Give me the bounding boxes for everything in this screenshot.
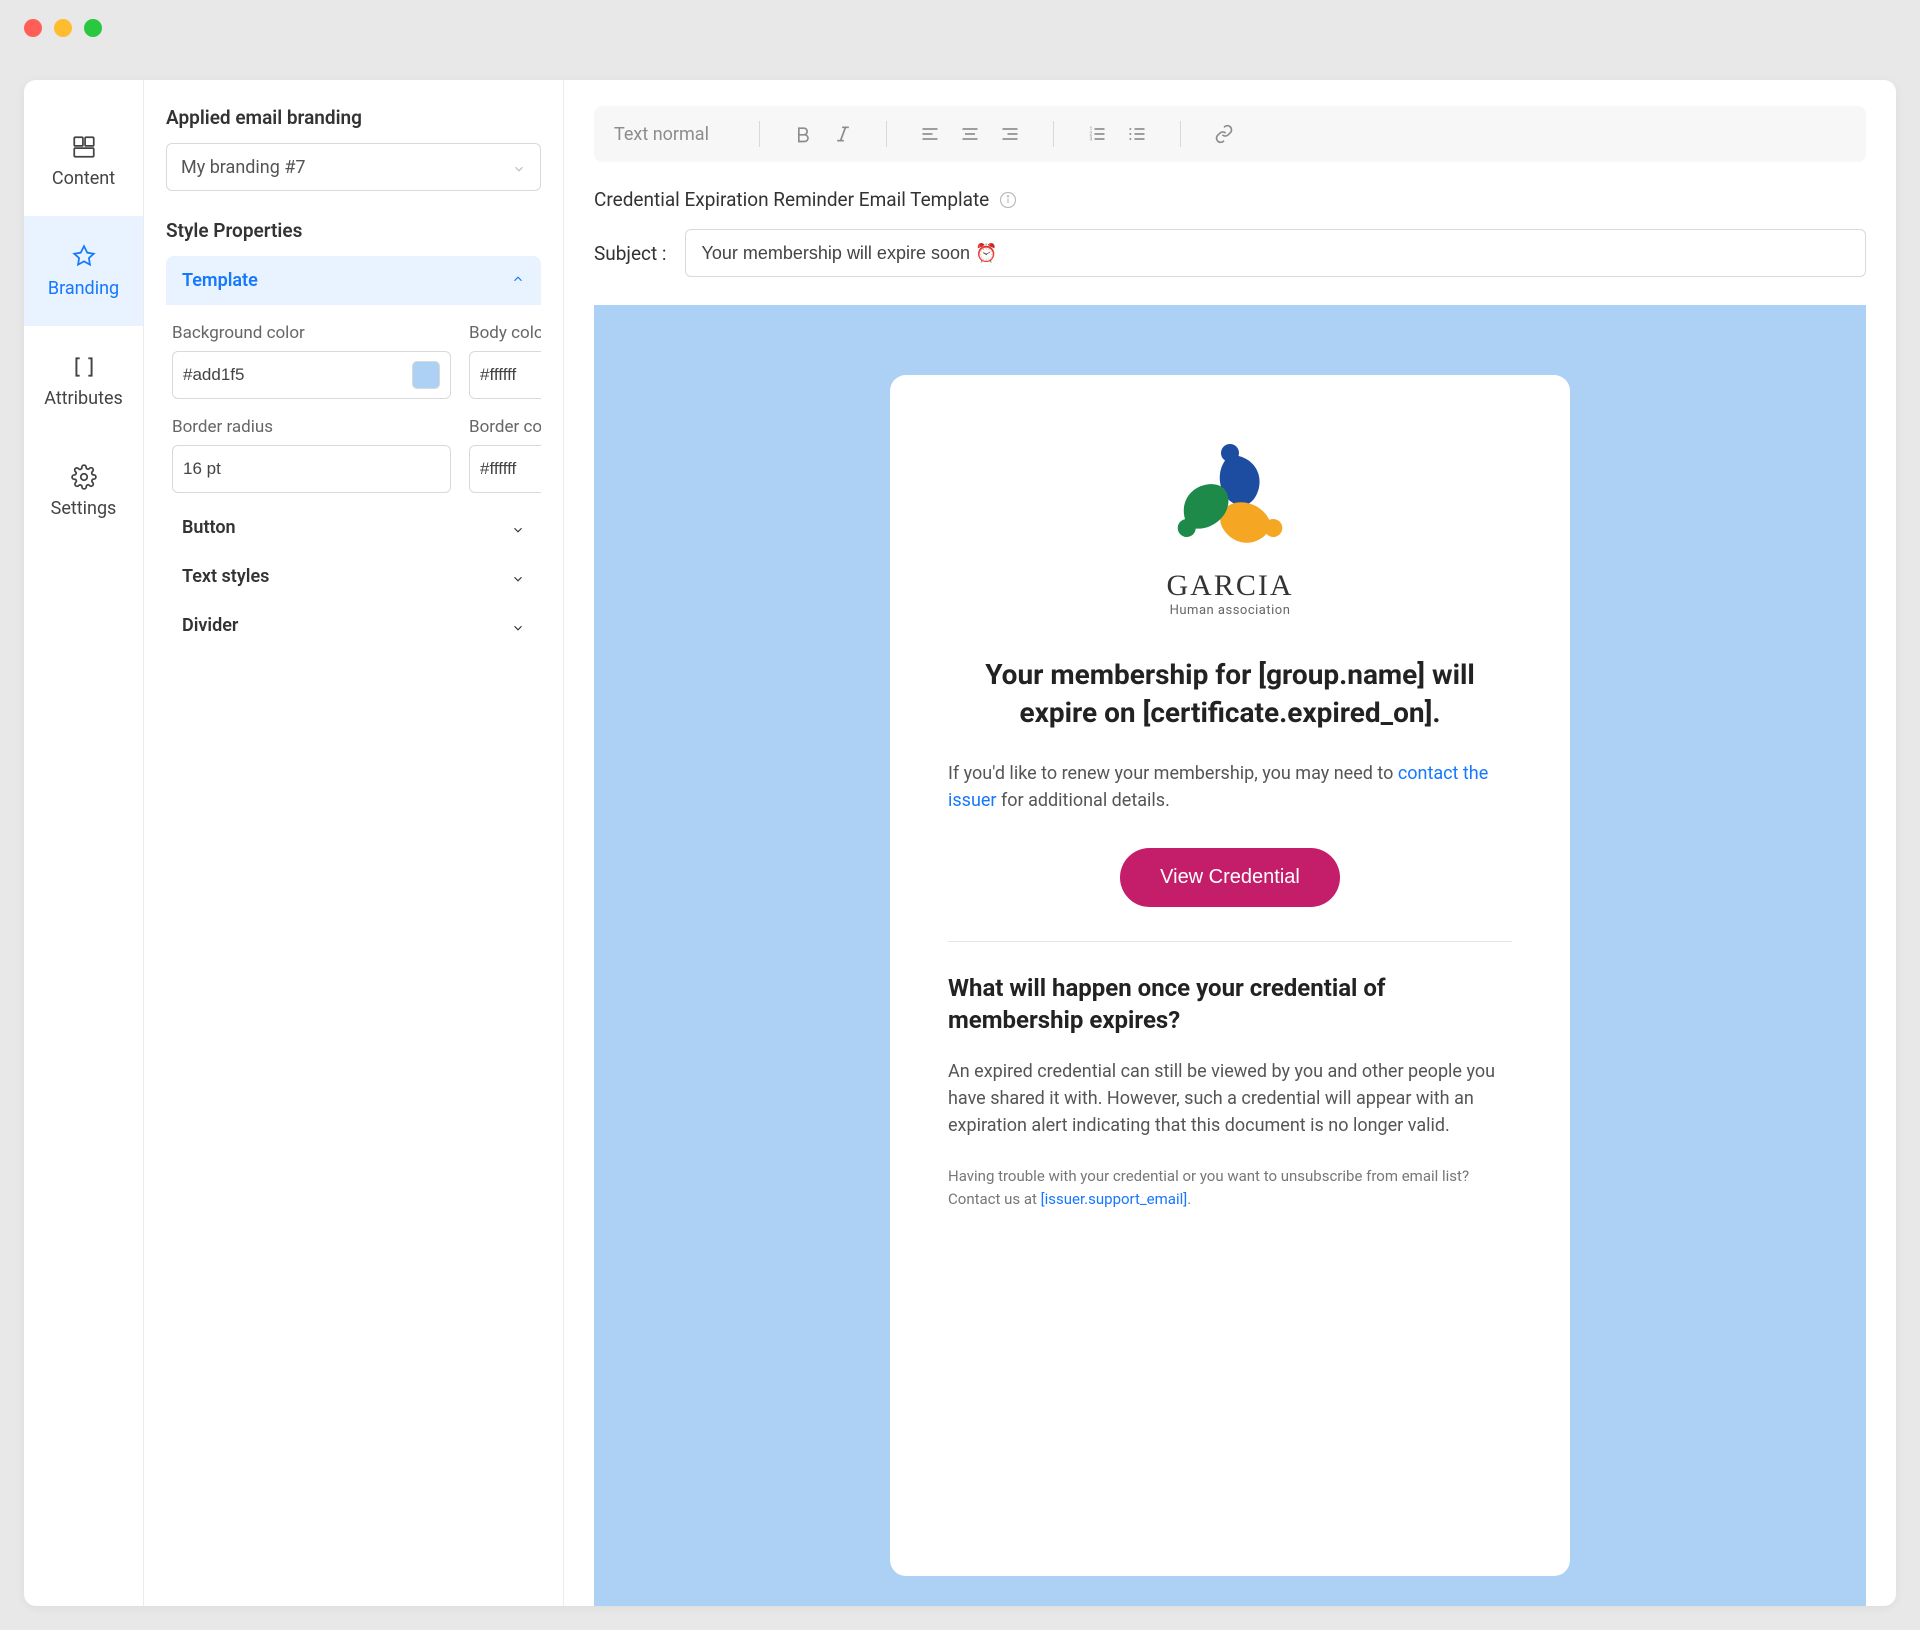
style-properties-heading: Style Properties bbox=[166, 219, 541, 242]
border-color-label: Border color bbox=[469, 417, 541, 437]
template-title-row: Credential Expiration Reminder Email Tem… bbox=[594, 188, 1866, 211]
layout-icon bbox=[71, 134, 97, 160]
section-template[interactable]: Template bbox=[166, 256, 541, 305]
subject-row: Subject : bbox=[594, 229, 1866, 277]
text-toolbar: Text normal 123 bbox=[594, 106, 1866, 162]
bg-color-input[interactable] bbox=[183, 365, 404, 385]
rail-item-settings[interactable]: Settings bbox=[24, 436, 143, 546]
close-window-button[interactable] bbox=[24, 19, 42, 37]
bold-button[interactable] bbox=[786, 117, 820, 151]
brackets-icon bbox=[71, 354, 97, 380]
body-color-input-wrap[interactable] bbox=[469, 351, 541, 399]
chevron-down-icon bbox=[511, 521, 525, 535]
support-email-link[interactable]: [issuer.support_email] bbox=[1041, 1190, 1188, 1208]
chevron-down-icon bbox=[512, 160, 526, 174]
toolbar-separator bbox=[1053, 121, 1054, 147]
border-radius-input[interactable] bbox=[183, 459, 440, 479]
italic-button[interactable] bbox=[826, 117, 860, 151]
view-credential-button[interactable]: View Credential bbox=[1120, 848, 1340, 907]
app-window: Content Branding Attributes Settings bbox=[0, 0, 1920, 1630]
section-label: Divider bbox=[182, 615, 238, 636]
email-footer[interactable]: Having trouble with your credential or y… bbox=[948, 1165, 1512, 1210]
style-accordion: Template Background color Body col bbox=[166, 256, 541, 650]
bg-color-input-wrap[interactable] bbox=[172, 351, 451, 399]
body-color-input[interactable] bbox=[480, 365, 541, 385]
paint-icon bbox=[71, 244, 97, 270]
rail-label: Branding bbox=[48, 278, 119, 299]
left-rail: Content Branding Attributes Settings bbox=[24, 80, 144, 1606]
minimize-window-button[interactable] bbox=[54, 19, 72, 37]
titlebar bbox=[0, 0, 1920, 56]
info-icon[interactable] bbox=[999, 191, 1017, 209]
email-sub-heading[interactable]: What will happen once your credential of… bbox=[948, 972, 1512, 1037]
border-radius-label: Border radius bbox=[172, 417, 451, 437]
link-button[interactable] bbox=[1207, 117, 1241, 151]
rail-item-attributes[interactable]: Attributes bbox=[24, 326, 143, 436]
chevron-up-icon bbox=[511, 274, 525, 288]
window-controls bbox=[24, 19, 102, 37]
email-intro[interactable]: If you'd like to renew your membership, … bbox=[948, 760, 1512, 814]
template-fields: Background color Body color bbox=[166, 305, 541, 503]
applied-branding-heading: Applied email branding bbox=[166, 106, 541, 129]
svg-text:3: 3 bbox=[1089, 137, 1092, 143]
properties-panel: Applied email branding My branding #7 St… bbox=[144, 80, 564, 1606]
bg-color-swatch[interactable] bbox=[412, 361, 440, 389]
email-headline[interactable]: Your membership for [group.name] will ex… bbox=[948, 656, 1512, 732]
border-color-input[interactable] bbox=[480, 459, 541, 479]
rail-label: Settings bbox=[51, 498, 117, 519]
email-divider bbox=[948, 941, 1512, 942]
branding-select[interactable]: My branding #7 bbox=[166, 143, 541, 191]
branding-selected-value: My branding #7 bbox=[181, 157, 306, 178]
rail-item-content[interactable]: Content bbox=[24, 106, 143, 216]
section-button[interactable]: Button bbox=[166, 503, 541, 552]
text-style-dropdown[interactable]: Text normal bbox=[614, 124, 733, 145]
email-body[interactable]: GARCIA Human association Your membership… bbox=[890, 375, 1570, 1576]
logo-subtitle: Human association bbox=[1170, 603, 1291, 618]
intro-text-before: If you'd like to renew your membership, … bbox=[948, 763, 1398, 784]
subject-input[interactable] bbox=[685, 229, 1866, 277]
footer-text-after: . bbox=[1187, 1190, 1191, 1208]
logo-icon bbox=[1160, 435, 1300, 565]
border-color-input-wrap[interactable] bbox=[469, 445, 541, 493]
bg-color-label: Background color bbox=[172, 323, 451, 343]
unordered-list-button[interactable] bbox=[1120, 117, 1154, 151]
logo-block: GARCIA Human association bbox=[948, 435, 1512, 618]
template-title: Credential Expiration Reminder Email Tem… bbox=[594, 188, 989, 211]
rail-label: Content bbox=[52, 168, 115, 189]
ordered-list-button[interactable]: 123 bbox=[1080, 117, 1114, 151]
email-canvas: GARCIA Human association Your membership… bbox=[594, 305, 1866, 1606]
section-label: Button bbox=[182, 517, 236, 538]
email-background[interactable]: GARCIA Human association Your membership… bbox=[594, 305, 1866, 1606]
footer-text-before: Having trouble with your credential or y… bbox=[948, 1167, 1469, 1208]
rail-item-branding[interactable]: Branding bbox=[24, 216, 143, 326]
section-label: Template bbox=[182, 270, 258, 291]
maximize-window-button[interactable] bbox=[84, 19, 102, 37]
logo-name: GARCIA bbox=[1166, 569, 1293, 603]
toolbar-separator bbox=[1180, 121, 1181, 147]
align-right-button[interactable] bbox=[993, 117, 1027, 151]
toolbar-separator bbox=[759, 121, 760, 147]
chevron-down-icon bbox=[511, 570, 525, 584]
intro-text-after: for additional details. bbox=[997, 790, 1170, 811]
subject-label: Subject : bbox=[594, 242, 667, 265]
align-left-button[interactable] bbox=[913, 117, 947, 151]
section-label: Text styles bbox=[182, 566, 269, 587]
rail-label: Attributes bbox=[44, 388, 123, 409]
email-body-text[interactable]: An expired credential can still be viewe… bbox=[948, 1058, 1512, 1139]
align-center-button[interactable] bbox=[953, 117, 987, 151]
editor-pane: Text normal 123 Credential Expiration Re… bbox=[564, 80, 1896, 1606]
toolbar-separator bbox=[886, 121, 887, 147]
app-container: Content Branding Attributes Settings bbox=[24, 80, 1896, 1606]
border-radius-input-wrap[interactable] bbox=[172, 445, 451, 493]
gear-icon bbox=[71, 464, 97, 490]
body-color-label: Body color bbox=[469, 323, 541, 343]
chevron-down-icon bbox=[511, 619, 525, 633]
section-text-styles[interactable]: Text styles bbox=[166, 552, 541, 601]
section-divider[interactable]: Divider bbox=[166, 601, 541, 650]
